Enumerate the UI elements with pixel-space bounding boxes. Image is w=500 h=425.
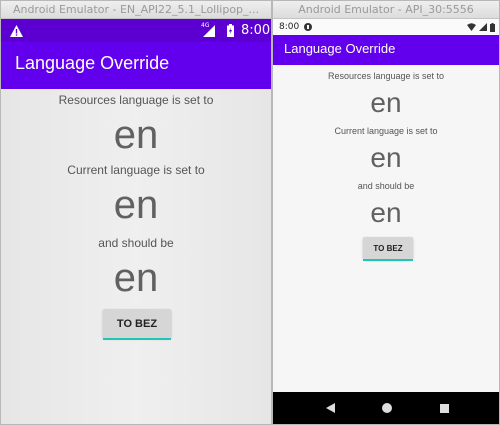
app-title: Language Override — [15, 53, 170, 73]
current-value: en — [113, 183, 159, 227]
current-value: en — [370, 142, 402, 173]
should-value: en — [113, 256, 159, 300]
resources-label: Resources language is set to — [327, 71, 445, 81]
should-value: en — [370, 197, 402, 228]
resources-label: Resources language is set to — [58, 93, 214, 107]
to-bez-button[interactable]: TO BEZ — [363, 237, 413, 259]
status-time: 8:00 — [241, 23, 271, 38]
app-bar: Language Override — [273, 35, 499, 65]
main-content: Resources language is set to en Current … — [1, 89, 271, 424]
back-icon[interactable] — [322, 400, 338, 416]
recents-icon[interactable] — [436, 400, 452, 416]
main-content: Resources language is set to en Current … — [273, 65, 499, 392]
battery-icon — [490, 19, 495, 35]
emulator-window-left: Android Emulator - EN_API22_5.1_Lollipop… — [0, 0, 272, 425]
app-notification-icon — [304, 19, 312, 35]
battery-icon — [227, 19, 234, 42]
current-label: Current language is set to — [67, 163, 205, 177]
resources-value: en — [370, 87, 402, 118]
status-time: 8:00 — [279, 22, 300, 32]
app-title: Language Override — [284, 41, 396, 56]
signal-icon — [479, 19, 487, 35]
app-bar: Language Override — [1, 42, 271, 89]
navigation-bar — [273, 392, 499, 424]
status-bar: 8:00 — [273, 19, 499, 35]
should-label: and should be — [98, 236, 174, 250]
home-icon[interactable] — [379, 400, 395, 416]
wifi-icon — [467, 19, 476, 35]
window-title: Android Emulator - API_30:5556 — [273, 1, 499, 19]
current-label: Current language is set to — [334, 126, 438, 136]
to-bez-button[interactable]: TO BEZ — [103, 309, 171, 338]
signal-icon: 4G — [201, 19, 215, 42]
button-underline — [103, 338, 171, 340]
warning-icon — [10, 19, 23, 42]
resources-value: en — [113, 113, 159, 157]
window-title: Android Emulator - EN_API22_5.1_Lollipop… — [1, 1, 271, 19]
should-label: and should be — [357, 181, 415, 191]
button-underline — [363, 259, 413, 261]
emulator-window-right: Android Emulator - API_30:5556 8:00 Lang… — [272, 0, 500, 425]
status-bar: 4G 8:00 — [1, 19, 271, 42]
